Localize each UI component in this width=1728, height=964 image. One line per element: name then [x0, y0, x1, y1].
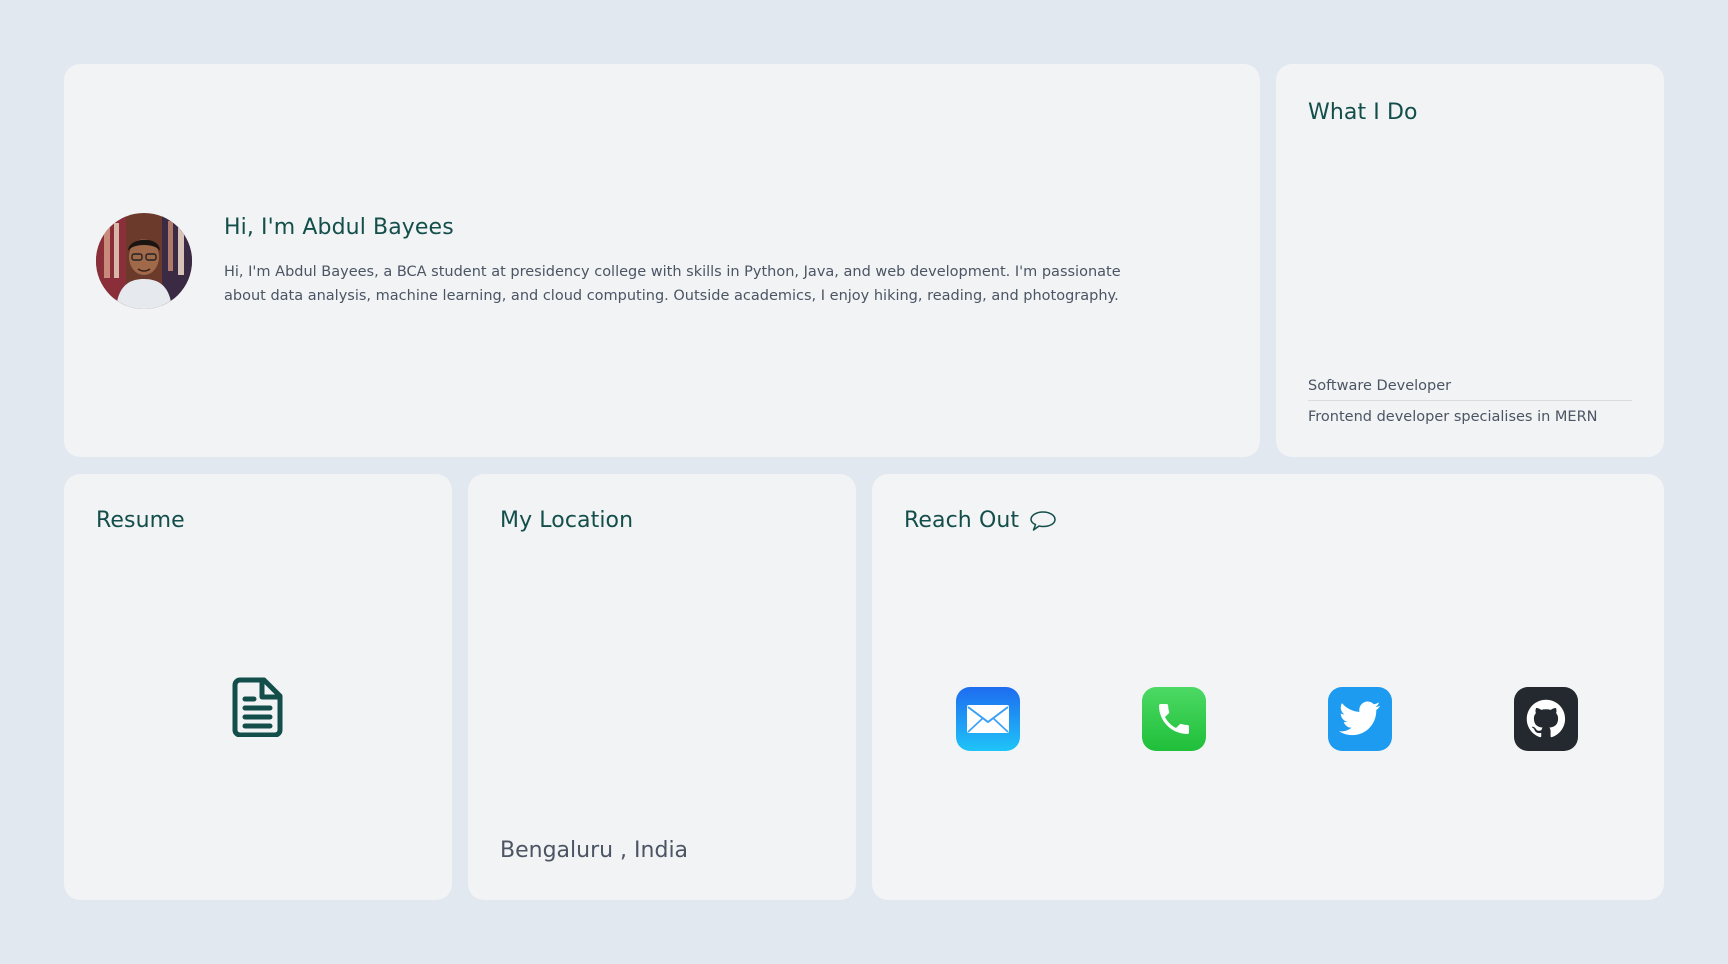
twitter-button[interactable]: [1328, 687, 1392, 751]
resume-card: Resume: [64, 474, 452, 900]
resume-title: Resume: [96, 508, 185, 533]
mail-button[interactable]: [956, 687, 1020, 751]
location-card: My Location Bengaluru , India: [468, 474, 856, 900]
github-icon: [1526, 699, 1566, 738]
reach-out-card: Reach Out: [872, 474, 1664, 900]
location-text: Bengaluru , India: [500, 838, 689, 863]
document-icon: [232, 677, 283, 738]
intro-description: Hi, I'm Abdul Bayees, a BCA student at p…: [224, 264, 1121, 304]
what-i-do-title: What I Do: [1308, 100, 1418, 125]
twitter-icon: [1339, 701, 1381, 736]
resume-download-link[interactable]: [232, 677, 284, 738]
github-button[interactable]: [1514, 687, 1578, 751]
intro-card: Hi, I'm Abdul Bayees Hi, I'm Abdul Bayee…: [64, 64, 1260, 457]
intro-title: Hi, I'm Abdul Bayees: [224, 215, 454, 240]
avatar-photo: [96, 213, 192, 309]
role-item: Frontend developer specialises in MERN: [1308, 400, 1632, 431]
location-title: My Location: [500, 508, 634, 533]
role-item: Software Developer: [1308, 378, 1452, 394]
reach-out-header: Reach Out: [904, 508, 1057, 533]
avatar: [96, 213, 192, 309]
speech-bubble-icon: [1030, 510, 1056, 531]
mail-icon: [967, 705, 1009, 733]
what-i-do-card: What I Do Software Developer Frontend de…: [1276, 64, 1664, 457]
phone-button[interactable]: [1142, 687, 1206, 751]
roles-list: Software Developer Frontend developer sp…: [1308, 374, 1632, 431]
phone-icon: [1159, 704, 1189, 734]
reach-out-title: Reach Out: [904, 508, 1020, 533]
